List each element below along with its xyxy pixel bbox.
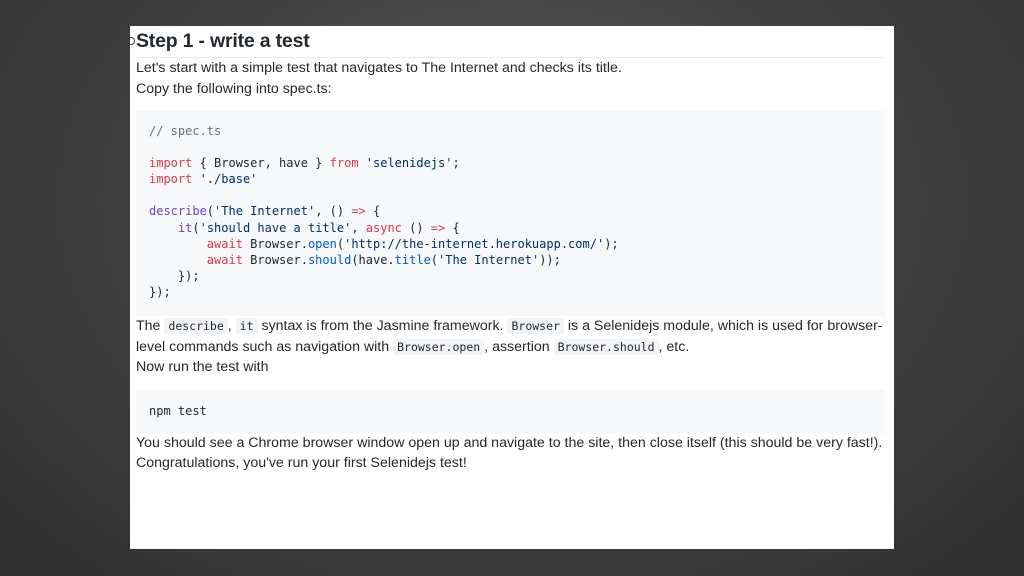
explain-text: syntax is from the Jasmine framework. — [257, 318, 508, 334]
code-keyword: from — [329, 156, 359, 171]
code-keyword: await — [206, 236, 243, 251]
code-text: )); — [539, 252, 561, 267]
code-text: ); — [604, 236, 619, 251]
code-string: 'http://the-internet.herokuapp.com/' — [344, 236, 605, 251]
code-line-import-1: import { Browser, have } from 'selenidej… — [149, 155, 873, 171]
code-text: , — [351, 220, 366, 235]
anchor-link-icon[interactable] — [130, 37, 135, 45]
code-keyword: async — [365, 220, 402, 235]
section-heading: Step 1 - write a test — [136, 26, 886, 58]
code-keyword: import — [149, 156, 193, 171]
code-text: ( — [430, 252, 439, 267]
explain-text: , — [227, 318, 236, 334]
inline-code-it: it — [235, 318, 258, 334]
code-text: ( — [192, 220, 200, 235]
code-keyword: => — [351, 204, 366, 219]
code-text: () — [401, 220, 431, 235]
explain-text: , assertion — [484, 338, 554, 355]
code-text: { — [445, 220, 460, 235]
inline-code-browser: Browser — [507, 318, 564, 334]
document-page: Step 1 - write a test Let's start with a… — [130, 26, 894, 549]
run-instruction: Now run the test with — [136, 359, 269, 375]
code-comment: // spec.ts — [149, 124, 222, 138]
code-method: title — [394, 252, 431, 267]
code-string: './base' — [199, 172, 258, 187]
result-paragraph: You should see a Chrome browser window o… — [136, 434, 883, 472]
code-string: 'selenidejs' — [365, 156, 453, 171]
code-text: , () — [315, 204, 352, 219]
copy-instruction: Copy the following into spec.ts: — [136, 80, 332, 97]
code-line-close-inner: }); — [149, 268, 873, 284]
code-string: 'The Internet' — [214, 204, 316, 219]
inline-code-describe: describe — [164, 318, 228, 334]
explain-text: The — [136, 318, 165, 334]
code-line-it: it('should have a title', async () => { — [149, 220, 873, 236]
code-line-import-2: import './base' — [149, 171, 873, 187]
code-text: { — [365, 204, 381, 219]
code-text: }); — [149, 284, 171, 299]
code-text: Browser. — [242, 236, 308, 251]
code-line-comment: // spec.ts — [149, 123, 873, 139]
code-text: ( — [336, 236, 345, 251]
code-text: }); — [149, 268, 200, 283]
code-keyword: await — [206, 252, 243, 267]
code-line-await-open: await Browser.open('http://the-internet.… — [149, 236, 873, 252]
code-block-spec: // spec.ts import { Browser, have } from … — [136, 111, 886, 316]
code-line-close-outer: }); — [149, 284, 873, 300]
code-text: Browser. — [242, 252, 308, 267]
inline-code-browser-should: Browser.should — [553, 338, 659, 355]
code-string: 'should have a title' — [199, 220, 352, 235]
code-method: should — [307, 252, 352, 267]
code-function: describe — [149, 204, 207, 219]
code-keyword: import — [149, 172, 193, 187]
code-text: (have. — [351, 252, 395, 267]
code-text: ; — [452, 156, 460, 171]
intro-paragraph: Let's start with a simple test that navi… — [136, 60, 622, 76]
code-function: it — [177, 220, 193, 235]
code-line-await-should: await Browser.should(have.title('The Int… — [149, 252, 873, 268]
code-text: ( — [206, 204, 215, 219]
code-keyword: => — [430, 220, 446, 235]
code-method: open — [307, 236, 337, 251]
code-string: 'The Internet' — [438, 252, 540, 267]
code-text: { Browser, have } — [192, 156, 330, 171]
code-line-describe: describe('The Internet', () => { — [149, 203, 873, 219]
explain-text: , etc. — [658, 338, 690, 355]
explanation-paragraph: The describe, it syntax is from the Jasm… — [136, 316, 886, 357]
code-block-command: npm test — [136, 389, 886, 433]
inline-code-browser-open: Browser.open — [393, 338, 485, 355]
